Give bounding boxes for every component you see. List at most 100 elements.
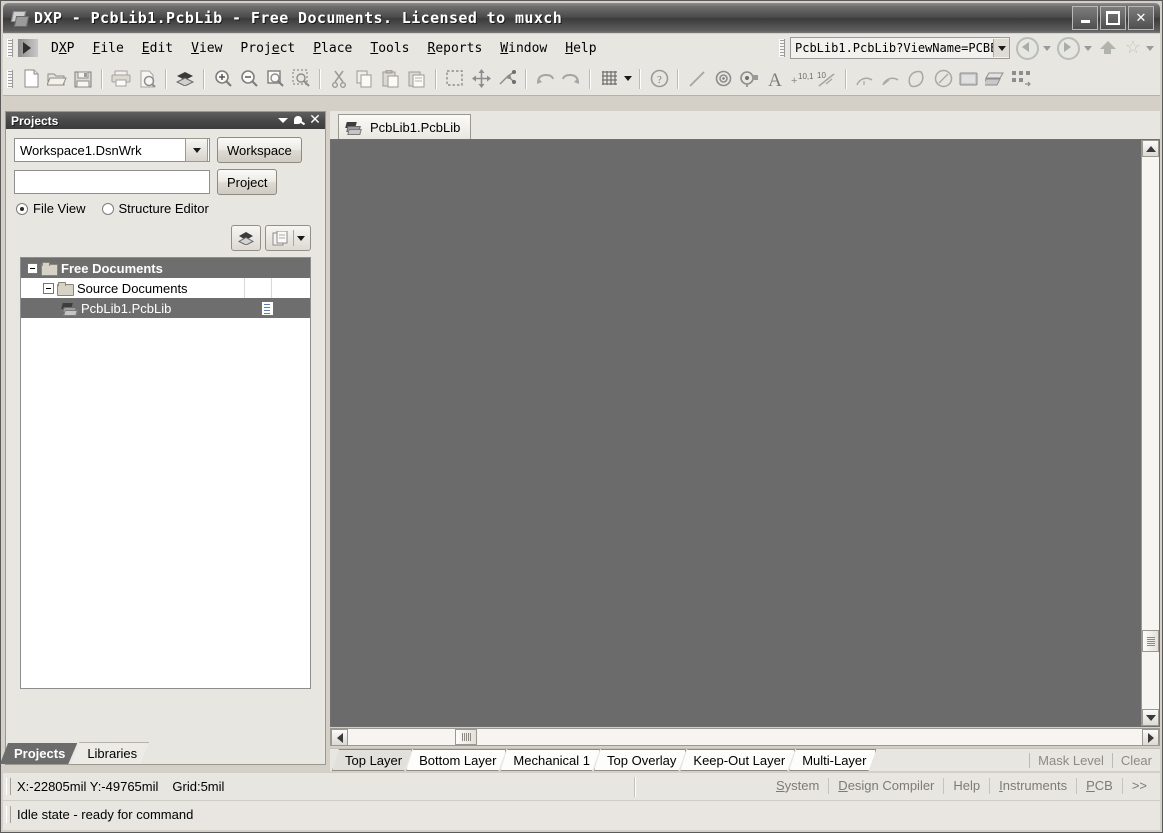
workspace-button[interactable]: Workspace [217, 137, 302, 163]
chevron-left-icon[interactable] [331, 729, 348, 746]
pcb-canvas[interactable] [331, 140, 1141, 726]
place-arc-edge-icon[interactable] [878, 66, 904, 92]
document-tab-pcblib1[interactable]: PcbLib1.PcbLib [338, 114, 472, 139]
menu-item-place[interactable]: Place [304, 38, 361, 59]
chevron-down-icon[interactable] [1142, 709, 1159, 726]
zoom-area-icon[interactable] [288, 66, 314, 92]
toolbar-drag-handle[interactable] [7, 69, 13, 88]
print-preview-icon[interactable] [134, 66, 160, 92]
pin-icon[interactable] [291, 113, 307, 128]
nav-forward-icon[interactable] [1057, 36, 1080, 60]
copy-icon[interactable] [352, 66, 378, 92]
nav-forward-dropdown-icon[interactable] [1084, 45, 1092, 51]
chevron-up-icon[interactable] [1142, 140, 1159, 157]
design-compiler-button[interactable]: Design Compiler [829, 775, 943, 796]
vertical-scroll-thumb[interactable] [1142, 630, 1159, 652]
layer-tab-top-overlay[interactable]: Top Overlay [594, 749, 686, 771]
panel-tab-projects[interactable]: Projects [0, 743, 77, 764]
zoom-document-icon[interactable] [262, 66, 288, 92]
layer-tab-multi-layer[interactable]: Multi-Layer [789, 749, 876, 771]
place-polygon-icon[interactable] [982, 66, 1008, 92]
menu-item-help[interactable]: Help [556, 38, 605, 59]
maximize-button[interactable] [1100, 6, 1126, 30]
layer-tab-bottom-layer[interactable]: Bottom Layer [406, 749, 506, 771]
horizontal-scrollbar[interactable] [330, 728, 1160, 746]
paste-array-icon[interactable] [1008, 66, 1034, 92]
select-area-icon[interactable] [442, 66, 468, 92]
home-icon[interactable] [1099, 40, 1117, 56]
place-pad-icon[interactable] [710, 66, 736, 92]
place-arc-any-icon[interactable] [904, 66, 930, 92]
dxp-menu-badge[interactable] [18, 39, 38, 57]
menu-item-edit[interactable]: Edit [133, 38, 182, 59]
menu-item-view[interactable]: View [182, 38, 231, 59]
system-button[interactable]: System [767, 775, 828, 796]
open-document-icon[interactable] [44, 66, 70, 92]
radio-structure-editor[interactable]: Structure Editor [101, 201, 209, 216]
tree-node-pcblib1[interactable]: PcbLib1.PcbLib [21, 298, 310, 318]
cut-icon[interactable] [326, 66, 352, 92]
new-document-icon[interactable] [18, 66, 44, 92]
pcb-button[interactable]: P CB [1077, 775, 1122, 796]
star-icon[interactable]: ☆ [1124, 38, 1142, 57]
vertical-scrollbar[interactable] [1141, 140, 1159, 726]
panel-tab-libraries[interactable]: Libraries [71, 742, 149, 764]
place-fill-icon[interactable] [956, 66, 982, 92]
place-via-icon[interactable] [736, 66, 762, 92]
layer-tab-keep-out-layer[interactable]: Keep-Out Layer [680, 749, 795, 771]
instruments-button[interactable]: Instruments [990, 775, 1076, 796]
layer-tab-top-layer[interactable]: Top Layer [332, 749, 412, 771]
chevron-down-icon[interactable] [185, 138, 208, 162]
horizontal-scroll-thumb[interactable] [455, 729, 477, 745]
panel-menu-icon[interactable] [275, 113, 291, 128]
address-combo[interactable]: PcbLib1.PcbLib?ViewName=PCBEdit [790, 37, 1010, 59]
place-arc-center-icon[interactable] [852, 66, 878, 92]
help-button[interactable]: Help [944, 775, 989, 796]
zoom-in-icon[interactable] [210, 66, 236, 92]
save-document-icon[interactable] [70, 66, 96, 92]
address-drag-handle[interactable] [779, 39, 785, 57]
workspace-combo[interactable]: Workspace1.DsnWrk [14, 138, 210, 162]
nav-back-dropdown-icon[interactable] [1043, 45, 1051, 51]
place-dimension-icon[interactable]: 10 [814, 66, 840, 92]
menu-drag-handle[interactable] [7, 39, 13, 57]
chevron-right-icon[interactable] [1142, 729, 1159, 746]
help-cursor-icon[interactable]: ? [646, 66, 672, 92]
radio-file-view[interactable]: File View [16, 201, 86, 216]
tree-node-free-documents[interactable]: Free Documents [21, 258, 310, 278]
paste-special-icon[interactable] [404, 66, 430, 92]
menu-item-project[interactable]: Project [231, 38, 304, 59]
board-layers-icon[interactable] [172, 66, 198, 92]
mask-level-button[interactable]: Mask Level [1030, 753, 1112, 768]
move-icon[interactable] [468, 66, 494, 92]
nav-back-icon[interactable] [1016, 36, 1039, 60]
document-options-button[interactable] [265, 225, 311, 251]
minimize-button[interactable] [1072, 6, 1098, 30]
place-full-circle-icon[interactable] [930, 66, 956, 92]
expand-collapse-icon[interactable] [43, 282, 54, 294]
close-button[interactable]: ✕ [1128, 6, 1154, 30]
menu-item-reports[interactable]: Reports [419, 38, 492, 59]
snap-grid-dropdown-icon[interactable] [622, 66, 634, 92]
project-input[interactable] [14, 170, 210, 194]
layer-tab-mechanical-1[interactable]: Mechanical 1 [500, 749, 600, 771]
project-button[interactable]: Project [217, 169, 278, 195]
place-string-icon[interactable]: A [762, 66, 788, 92]
clear-mask-button[interactable]: Clear [1113, 753, 1160, 768]
address-dropdown-button[interactable] [993, 39, 1009, 57]
board-layers-icon[interactable] [231, 225, 261, 251]
menu-item-tools[interactable]: Tools [361, 38, 418, 59]
expand-collapse-icon[interactable] [27, 262, 38, 274]
address-input[interactable]: PcbLib1.PcbLib?ViewName=PCBEdit [791, 41, 993, 55]
project-tree[interactable]: Free Documents Source Documents PcbLib1.… [20, 257, 311, 689]
close-icon[interactable]: ✕ [307, 113, 323, 127]
print-icon[interactable] [108, 66, 134, 92]
redo-icon[interactable] [558, 66, 584, 92]
place-line-icon[interactable] [684, 66, 710, 92]
menu-item-dxp[interactable]: DXP [42, 38, 83, 59]
menu-item-file[interactable]: File [83, 38, 132, 59]
more-panels-button[interactable]: >> [1123, 775, 1156, 796]
cross-probe-icon[interactable] [494, 66, 520, 92]
menu-item-window[interactable]: Window [491, 38, 556, 59]
place-coordinate-icon[interactable]: +10,10 [788, 66, 814, 92]
